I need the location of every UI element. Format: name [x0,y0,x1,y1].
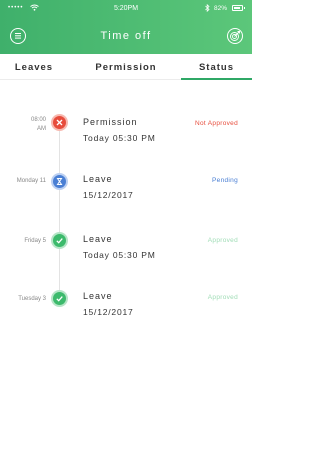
timeline-date: Monday 11 [17,177,46,186]
status-badge: Approved [207,294,238,301]
date-line: AM [37,126,46,132]
timeline-item-subtitle: Today 05:30 PM [83,133,156,143]
status-node-approved [51,232,68,249]
goals-button[interactable] [227,28,243,44]
tab-leaves[interactable]: Leaves [0,62,68,73]
date-line: Monday 11 [16,178,46,184]
close-icon [56,119,63,126]
tab-bar: Leaves Permission Status [0,54,252,80]
battery-percentage: 82% [214,5,228,12]
status-badge: Approved [207,237,238,244]
status-badge: Not Approved [195,120,238,127]
check-icon [56,296,63,302]
target-icon [230,31,240,41]
app-header: ••••• 5:20PM 82% Time off [0,0,252,54]
timeline-item-title[interactable]: Leave [83,174,113,184]
timeline-item-title[interactable]: Permission [83,117,138,127]
timeline-item-title[interactable]: Leave [83,291,113,301]
active-tab-indicator [181,78,252,80]
timeline-item-title[interactable]: Leave [83,234,113,244]
timeline-date: Tuesday 3 [18,295,46,304]
timeline-item-subtitle: Today 05:30 PM [83,250,156,260]
timeline-connector [59,131,60,299]
timeline-item-subtitle: 15/12/2017 [83,307,134,317]
status-node-rejected [51,114,68,131]
date-line: Tuesday 3 [18,296,46,302]
battery-icon [232,5,245,11]
tab-permission[interactable]: Permission [84,62,168,73]
timeline-date: Friday 5 [24,237,46,246]
bluetooth-icon [205,4,210,12]
status-node-approved [51,290,68,307]
date-line: Friday 5 [24,238,46,244]
check-icon [56,238,63,244]
status-badge: Pending [212,177,238,184]
date-line: 08:00 [30,117,46,123]
timeline-item-subtitle: 15/12/2017 [83,190,134,200]
status-node-pending [51,173,68,190]
page-title: Time off [100,30,152,42]
timeline-date: 08:00 AM [31,116,46,134]
hourglass-icon [56,178,63,185]
tab-status[interactable]: Status [181,62,252,73]
status-bar: ••••• 5:20PM 82% [0,0,252,18]
